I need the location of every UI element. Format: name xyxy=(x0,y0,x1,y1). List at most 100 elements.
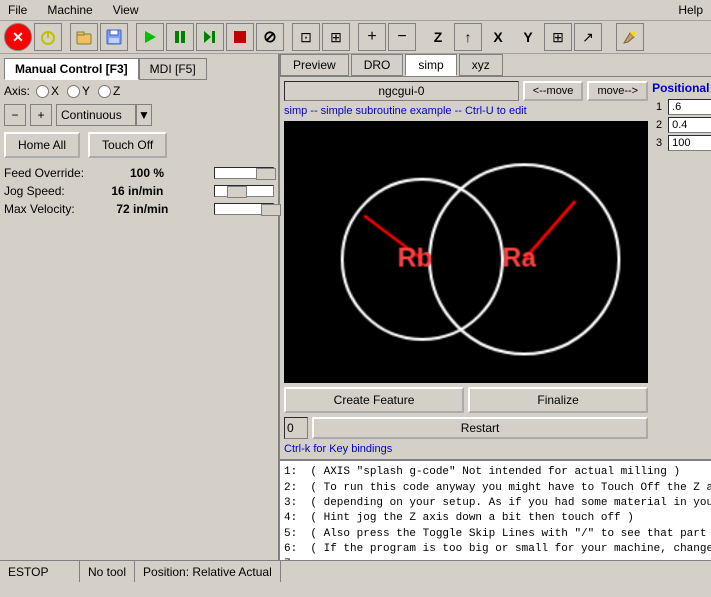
max-velocity-row: Max Velocity: 72 in/min xyxy=(4,202,274,216)
tool-icon xyxy=(621,28,639,46)
code-area[interactable]: 1: ( AXIS "splash g-code" Not intended f… xyxy=(280,459,711,560)
drawing-canvas xyxy=(284,121,648,383)
pause-button[interactable] xyxy=(166,23,194,51)
max-velocity-slider[interactable] xyxy=(214,203,274,215)
estop-button[interactable]: ✕ xyxy=(4,23,32,51)
home-all-button[interactable]: Home All xyxy=(4,132,80,158)
y-label: Y xyxy=(514,23,542,51)
right-tabs: Preview DRO simp xyz xyxy=(280,54,711,77)
restart-button[interactable]: Restart xyxy=(312,417,648,439)
param-value-2[interactable] xyxy=(668,117,711,133)
pause-icon xyxy=(171,28,189,46)
save-icon xyxy=(105,28,123,46)
feed-override-thumb xyxy=(256,168,276,180)
main-layout: Manual Control [F3] MDI [F5] Axis: X Y Z xyxy=(0,54,711,560)
param-row-3: 3 feedrate xyxy=(652,135,711,151)
right-content: ngcgui-0 <--move move--> simp -- simple … xyxy=(280,77,711,459)
param-value-3[interactable] xyxy=(668,135,711,151)
jog-decrement-button[interactable]: − xyxy=(4,104,26,126)
axis-z-option[interactable]: Z xyxy=(98,84,120,98)
tool-button[interactable] xyxy=(616,23,644,51)
keybind-hint: Ctrl-k for Key bindings xyxy=(284,443,648,455)
toolbar: ✕ xyxy=(0,21,711,54)
code-line: 5: ( Also press the Toggle Skip Lines wi… xyxy=(284,527,711,542)
jog-speed-thumb xyxy=(227,186,247,198)
max-velocity-label: Max Velocity: xyxy=(4,202,75,216)
jog-minus-button[interactable]: − xyxy=(388,23,416,51)
tab-xyz[interactable]: xyz xyxy=(459,54,503,76)
stop-button[interactable] xyxy=(226,23,254,51)
menu-view[interactable]: View xyxy=(109,2,143,18)
open-button[interactable] xyxy=(70,23,98,51)
create-feature-button[interactable]: Create Feature xyxy=(284,387,464,413)
action-row: Create Feature Finalize xyxy=(284,387,648,413)
arrow2-button[interactable]: ↗ xyxy=(574,23,602,51)
menubar-left: File Machine View xyxy=(4,2,143,18)
arrow-button[interactable]: ↑ xyxy=(454,23,482,51)
position-status: Position: Relative Actual xyxy=(135,561,281,582)
jog-increment-button[interactable]: + xyxy=(30,104,52,126)
jog-dropdown-arrow[interactable]: ▼ xyxy=(136,104,152,126)
step-icon xyxy=(201,28,219,46)
z-label: Z xyxy=(424,23,452,51)
menu-file[interactable]: File xyxy=(4,2,31,18)
tab-simp[interactable]: simp xyxy=(405,54,456,76)
code-line: 6: ( If the program is too big or small … xyxy=(284,542,711,557)
tab-manual-control[interactable]: Manual Control [F3] xyxy=(4,58,139,80)
move-back-button[interactable]: <--move xyxy=(523,81,584,101)
params-title: Positional Parameters xyxy=(652,81,711,95)
param-row-2: 2 radius_b xyxy=(652,117,711,133)
code-line: 2: ( To run this code anyway you might h… xyxy=(284,481,711,496)
touch2-button[interactable]: ⊞ xyxy=(322,23,350,51)
jog-plus-button[interactable]: + xyxy=(358,23,386,51)
code-line: 7: xyxy=(284,557,711,560)
step-button[interactable] xyxy=(196,23,224,51)
tab-preview[interactable]: Preview xyxy=(280,54,349,76)
finalize-button[interactable]: Finalize xyxy=(468,387,648,413)
power-icon xyxy=(39,28,57,46)
code-line: 1: ( AXIS "splash g-code" Not intended f… xyxy=(284,465,711,480)
info-section: Feed Override: 100 % Jog Speed: 16 in/mi… xyxy=(4,166,274,216)
param-value-1[interactable] xyxy=(668,99,711,115)
axis-x-option[interactable]: X xyxy=(36,84,59,98)
move-fwd-button[interactable]: move--> xyxy=(587,81,648,101)
code-line: 3: ( depending on your setup. As if you … xyxy=(284,496,711,511)
jog-row: − + ▼ xyxy=(4,104,274,126)
jog-value-input[interactable] xyxy=(56,104,136,126)
axis-label: Axis: xyxy=(4,84,30,98)
canvas-container xyxy=(284,121,648,383)
param-row-1: 1 Radius A xyxy=(652,99,711,115)
menubar: File Machine View Help xyxy=(0,0,711,21)
ngcgui-title: ngcgui-0 xyxy=(284,81,519,101)
run-button[interactable] xyxy=(136,23,164,51)
axis-radio-group: X Y Z xyxy=(36,84,120,98)
jog-speed-value: 16 in/min xyxy=(111,184,163,198)
canvas-area: ngcgui-0 <--move move--> simp -- simple … xyxy=(284,81,648,455)
open-icon xyxy=(75,28,93,46)
save-button[interactable] xyxy=(100,23,128,51)
restart-num-input[interactable] xyxy=(284,417,308,439)
axis-y-option[interactable]: Y xyxy=(67,84,90,98)
stop-icon xyxy=(231,28,249,46)
right-panel: Preview DRO simp xyz ngcgui-0 <--move mo… xyxy=(280,54,711,560)
panel-tabs: Manual Control [F3] MDI [F5] xyxy=(4,58,274,80)
tool-status: No tool xyxy=(80,561,135,582)
menu-machine[interactable]: Machine xyxy=(43,2,96,18)
touch-off-button[interactable]: Touch Off xyxy=(88,132,167,158)
menu-help[interactable]: Help xyxy=(674,2,707,18)
tab-mdi[interactable]: MDI [F5] xyxy=(139,58,207,80)
axis-z-radio[interactable] xyxy=(98,85,111,98)
tab-dro[interactable]: DRO xyxy=(351,54,404,76)
feed-override-value: 100 % xyxy=(130,166,164,180)
grid-button[interactable]: ⊞ xyxy=(544,23,572,51)
axis-row: Axis: X Y Z xyxy=(4,84,274,98)
axis-y-radio[interactable] xyxy=(67,85,80,98)
jog-speed-slider[interactable] xyxy=(214,185,274,197)
run-icon xyxy=(141,28,159,46)
axis-x-radio[interactable] xyxy=(36,85,49,98)
code-line: 4: ( Hint jog the Z axis down a bit then… xyxy=(284,511,711,526)
feed-override-slider[interactable] xyxy=(214,167,274,179)
power-button[interactable] xyxy=(34,23,62,51)
skip-button[interactable]: ⊘ xyxy=(256,23,284,51)
touchoff-button[interactable]: ⊡ xyxy=(292,23,320,51)
